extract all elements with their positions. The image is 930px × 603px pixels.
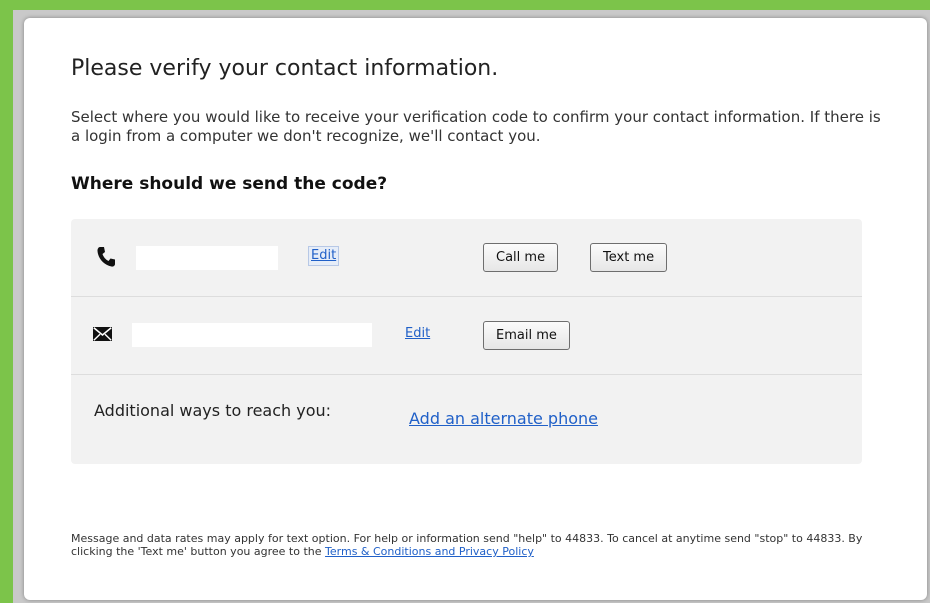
footer-disclaimer: Message and data rates may apply for tex…: [71, 532, 901, 558]
add-alternate-phone-link[interactable]: Add an alternate phone: [409, 409, 598, 428]
email-row: Edit Email me: [71, 297, 862, 375]
envelope-icon: [93, 327, 112, 341]
edit-email-link[interactable]: Edit: [405, 326, 430, 341]
contact-options-panel: Edit Call me Text me Edit Email me Addit…: [71, 219, 862, 464]
additional-ways-label: Additional ways to reach you:: [94, 401, 332, 420]
dialog-title: Please verify your contact information.: [71, 56, 499, 81]
phone-icon: [97, 247, 115, 267]
email-me-button[interactable]: Email me: [483, 321, 570, 350]
call-me-button[interactable]: Call me: [483, 243, 559, 272]
phone-row: Edit Call me Text me: [71, 219, 862, 297]
verify-contact-dialog: Please verify your contact information. …: [24, 18, 927, 600]
edit-phone-link[interactable]: Edit: [308, 246, 340, 266]
alternate-contact-row: Additional ways to reach you: Add an alt…: [71, 375, 862, 464]
terms-privacy-link[interactable]: Terms & Conditions and Privacy Policy: [325, 545, 534, 558]
text-me-button[interactable]: Text me: [590, 243, 668, 272]
phone-number-field: [136, 246, 278, 270]
send-code-question: Where should we send the code?: [71, 174, 388, 194]
dialog-intro: Select where you would like to receive y…: [71, 108, 881, 145]
email-address-field: [132, 323, 372, 347]
